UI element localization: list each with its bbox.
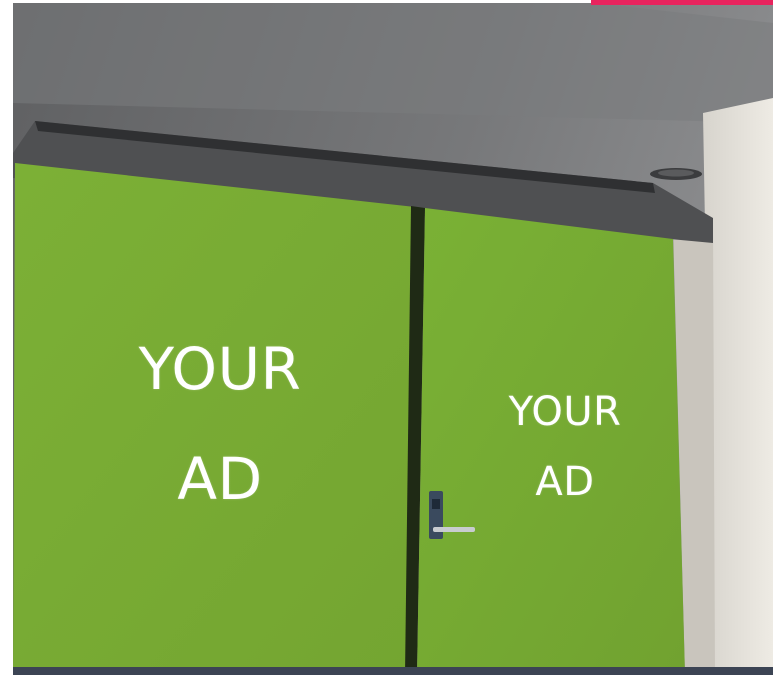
building-entrance-photo (13, 3, 773, 675)
right-ad-line1: YOUR (508, 389, 622, 435)
right-ad-panel (417, 208, 685, 675)
concrete-beam (13, 3, 773, 123)
right-ad-line2: AD (535, 459, 595, 505)
accent-bar (591, 0, 773, 5)
left-ad-line1: YOUR (138, 335, 302, 403)
left-ad-panel (13, 163, 415, 675)
photo-scene: YOUR AD YOUR AD (0, 0, 773, 675)
floor (13, 667, 773, 675)
left-ad-line2: AD (177, 445, 263, 513)
door-handle-icon (433, 527, 475, 532)
